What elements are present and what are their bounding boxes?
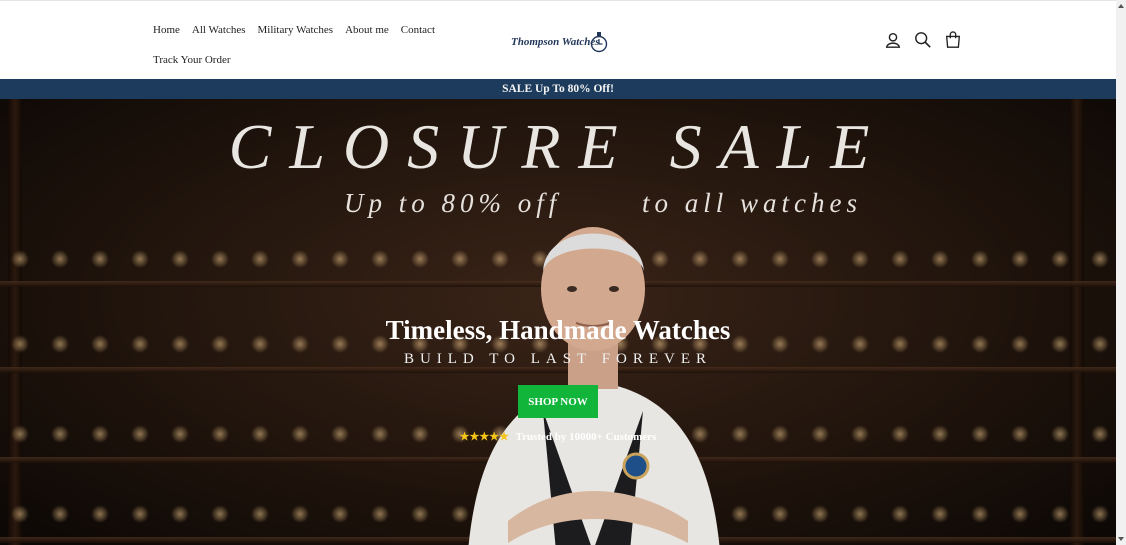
nav-about-me[interactable]: About me [345, 23, 389, 37]
hero-tagline: BUILD TO LAST FOREVER [403, 351, 713, 367]
search-icon[interactable] [914, 31, 932, 49]
trust-text: Trusted by 10000+ Customers [515, 431, 657, 443]
main-nav: Home All Watches Military Watches About … [153, 20, 453, 68]
nav-all-watches[interactable]: All Watches [192, 23, 246, 37]
cart-icon[interactable] [944, 31, 962, 49]
scrollbar[interactable] [1116, 0, 1126, 545]
header-icons [884, 31, 962, 49]
hero-banner: CLOSURE SALE Up to 80% off to all watche… [0, 99, 1116, 545]
hero-subtitle-right: to all watches [642, 188, 862, 218]
nav-home[interactable]: Home [153, 23, 180, 37]
shop-now-button[interactable]: SHOP NOW [518, 385, 598, 418]
logo[interactable]: Thompson Watches [510, 29, 610, 55]
page: Home All Watches Military Watches About … [0, 0, 1116, 545]
hero-title: CLOSURE SALE [228, 111, 888, 182]
nav-military-watches[interactable]: Military Watches [257, 23, 333, 37]
scroll-up-icon[interactable] [1117, 2, 1125, 10]
hero-subtitle-left: Up to 80% off [344, 188, 562, 218]
announcement-bar: SALE Up To 80% Off! [0, 79, 1116, 99]
logo-text: Thompson Watches [511, 36, 600, 48]
scroll-down-icon[interactable] [1117, 535, 1125, 543]
trust-badge: ★★★★★ Trusted by 10000+ Customers [0, 430, 1116, 443]
nav-contact[interactable]: Contact [401, 23, 435, 37]
rating-stars-icon: ★★★★★ [459, 431, 509, 443]
logo-watch-icon [590, 32, 608, 53]
site-header: Home All Watches Military Watches About … [0, 0, 1116, 80]
nav-track-order[interactable]: Track Your Order [153, 53, 231, 67]
hero-headline: Timeless, Handmade Watches [385, 315, 731, 345]
account-icon[interactable] [884, 31, 902, 49]
